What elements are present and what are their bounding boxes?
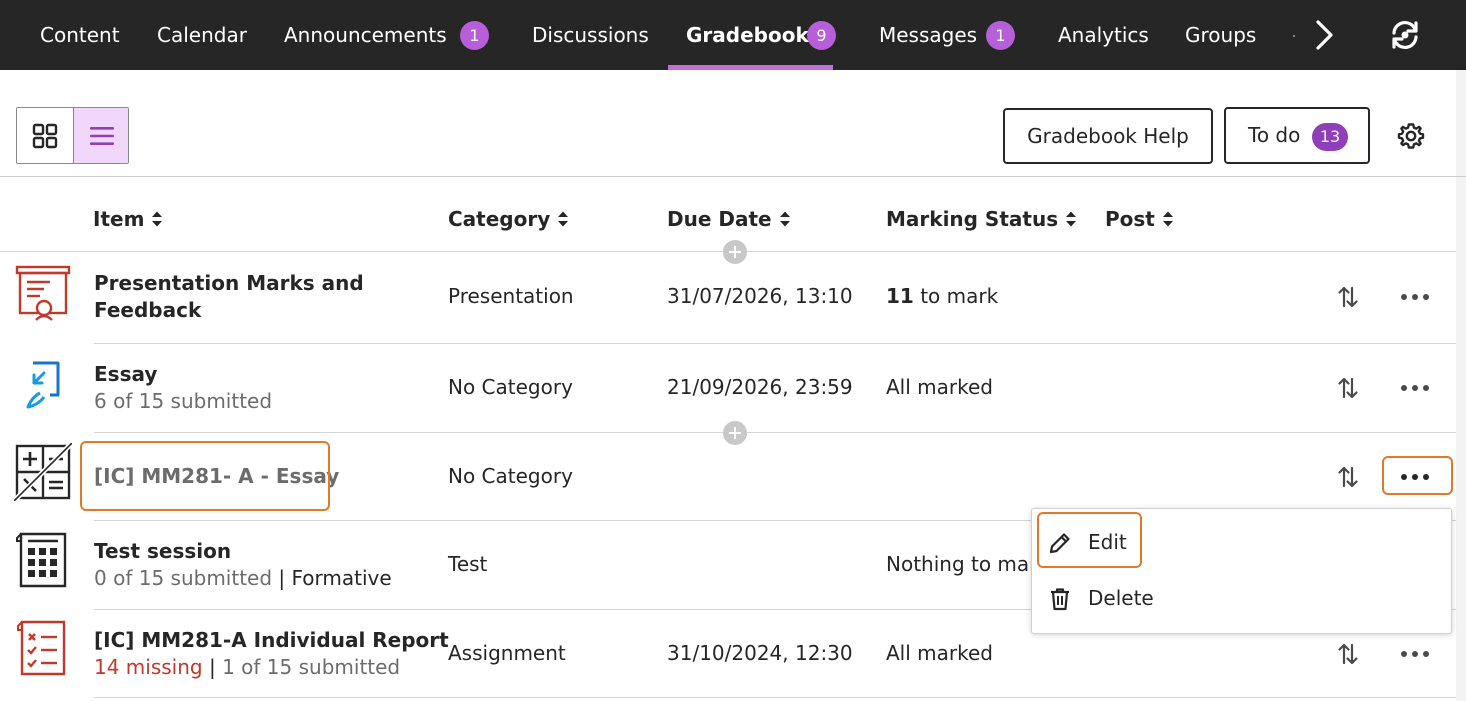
tab-announcements[interactable]: Announcements — [284, 0, 447, 70]
tab-messages[interactable]: Messages — [879, 0, 977, 70]
sort-order-icon[interactable] — [1337, 642, 1359, 666]
tab-gradebook[interactable]: Gradebook — [668, 0, 833, 70]
gear-icon[interactable] — [1397, 122, 1425, 150]
col-header-due-date-label: Due Date — [667, 207, 772, 231]
edit-highlight — [1037, 512, 1142, 568]
gradebook-count-badge: 9 — [807, 21, 836, 50]
trash-icon — [1051, 588, 1069, 611]
col-header-item-label: Item — [93, 207, 145, 231]
row-submission-info: 14 missing | 1 of 15 submitted — [94, 654, 400, 681]
todo-button[interactable]: To do 13 — [1224, 107, 1370, 164]
test-icon — [16, 532, 67, 588]
col-header-due-date[interactable]: Due Date — [667, 207, 791, 231]
sync-icon[interactable] — [1388, 20, 1422, 50]
add-item-button[interactable] — [723, 421, 747, 445]
row-category: Presentation — [448, 284, 574, 308]
row-category: Test — [448, 552, 488, 576]
row-category: Assignment — [448, 641, 566, 665]
row-category: No Category — [448, 464, 573, 488]
to-mark-label: to mark — [920, 284, 999, 308]
col-header-item[interactable]: Item — [93, 207, 163, 231]
row-divider — [94, 343, 1456, 344]
row-marking-status: Nothing to mar — [886, 552, 1038, 576]
title-highlight — [80, 441, 330, 511]
row-title[interactable]: [IC] MM281-A Individual Report — [94, 627, 449, 654]
tab-gradebook-label: Gradebook — [686, 23, 809, 47]
to-mark-count: 11 — [886, 284, 914, 308]
messages-count-badge: 1 — [986, 21, 1015, 50]
tab-groups[interactable]: Groups — [1185, 0, 1256, 70]
row-category: No Category — [448, 375, 573, 399]
sort-icon — [1162, 211, 1173, 227]
tab-discussions[interactable]: Discussions — [532, 0, 649, 70]
row-due-date: 21/09/2026, 23:59 — [667, 375, 853, 399]
row-sub-separator: | — [278, 566, 286, 590]
checklist-icon — [17, 620, 66, 676]
chevron-right-icon[interactable] — [1310, 17, 1340, 53]
view-toggle — [16, 107, 129, 164]
col-header-category[interactable]: Category — [448, 207, 569, 231]
sort-order-icon[interactable] — [1337, 465, 1359, 489]
sort-order-icon[interactable] — [1337, 285, 1359, 309]
sort-icon — [558, 211, 569, 227]
calculation-icon — [14, 443, 72, 501]
col-header-post-label: Post — [1105, 207, 1155, 231]
row-submission-count: 0 of 15 submitted — [94, 566, 273, 590]
row-missing-count: 14 missing — [94, 655, 203, 679]
todo-count-badge: 13 — [1312, 123, 1348, 151]
row-marking-status: All marked — [886, 375, 993, 399]
gradebook-help-button[interactable]: Gradebook Help — [1003, 108, 1213, 164]
todo-label: To do — [1248, 123, 1301, 147]
add-item-button[interactable] — [723, 240, 747, 264]
sort-icon — [779, 211, 790, 227]
list-view-button[interactable] — [73, 108, 128, 163]
course-nav-bar: Content Calendar Announcements 1 Discuss… — [0, 0, 1466, 70]
row-title[interactable]: Test session — [94, 538, 231, 565]
grid-view-button[interactable] — [17, 108, 73, 163]
row-submission-count: 6 of 15 submitted — [94, 389, 273, 413]
announcements-count-badge: 1 — [460, 21, 489, 50]
more-options-icon[interactable] — [1400, 649, 1430, 659]
grid-view-icon — [32, 123, 58, 149]
tab-content[interactable]: Content — [40, 0, 120, 70]
page-scrollbar[interactable] — [1456, 70, 1466, 701]
row-title[interactable]: Presentation Marks and Feedback — [94, 270, 424, 324]
more-options-icon[interactable] — [1400, 292, 1430, 302]
col-header-post[interactable]: Post — [1105, 207, 1174, 231]
menu-item-delete-label: Delete — [1088, 586, 1154, 610]
row-sub-separator: | — [208, 655, 216, 679]
row-due-date: 31/10/2024, 12:30 — [667, 641, 853, 665]
row-due-date: 31/07/2026, 13:10 — [667, 284, 853, 308]
row-divider — [94, 432, 1456, 433]
col-header-marking-status-label: Marking Status — [886, 207, 1059, 231]
sort-order-icon[interactable] — [1337, 376, 1359, 400]
tab-calendar[interactable]: Calendar — [157, 0, 247, 70]
presentation-icon — [15, 265, 71, 321]
row-marking-status[interactable]: 11 to mark — [886, 283, 998, 310]
list-view-icon — [90, 127, 114, 145]
row-marking-status: All marked — [886, 641, 993, 665]
tab-announcements-label: Announcements — [284, 23, 447, 47]
row-assessment-type: Formative — [291, 566, 392, 590]
col-header-category-label: Category — [448, 207, 551, 231]
more-options-icon[interactable] — [1400, 383, 1430, 393]
sort-icon — [1066, 211, 1077, 227]
more-options-highlight — [1382, 456, 1453, 495]
row-title[interactable]: Essay — [94, 361, 157, 388]
tab-analytics[interactable]: Analytics — [1058, 0, 1149, 70]
row-submission-info: 0 of 15 submitted | Formative — [94, 565, 392, 592]
col-header-marking-status[interactable]: Marking Status — [886, 207, 1077, 231]
menu-item-delete[interactable]: Delete — [1032, 571, 1451, 627]
nav-overflow-dot — [1293, 35, 1295, 37]
row-submission-count: 1 of 15 submitted — [222, 655, 401, 679]
row-divider — [94, 697, 1456, 698]
sort-icon — [152, 211, 163, 227]
essay-assignment-icon — [26, 361, 60, 409]
toolbar-divider — [0, 176, 1466, 177]
